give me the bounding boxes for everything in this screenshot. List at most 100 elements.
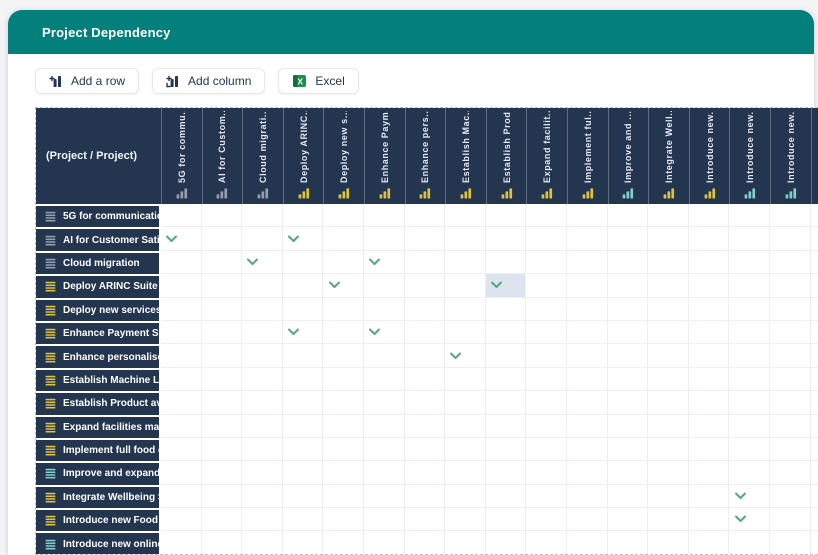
- dependency-cell[interactable]: [283, 251, 324, 274]
- dependency-cell[interactable]: [161, 274, 202, 297]
- excel-export-button[interactable]: X Excel: [278, 68, 358, 94]
- dependency-cell[interactable]: [405, 368, 446, 391]
- drag-handle-icon[interactable]: [45, 328, 56, 339]
- dependency-cell[interactable]: [283, 508, 324, 531]
- row-header[interactable]: Improve and expand cu...: [36, 461, 161, 484]
- dependency-cell[interactable]: [364, 321, 405, 344]
- drag-handle-icon[interactable]: [45, 539, 56, 550]
- dependency-cell[interactable]: [242, 415, 283, 438]
- dependency-cell[interactable]: [608, 368, 649, 391]
- dependency-cell[interactable]: [242, 391, 283, 414]
- dependency-cell[interactable]: [202, 274, 243, 297]
- dependency-cell[interactable]: [445, 391, 486, 414]
- dependency-cell[interactable]: [242, 485, 283, 508]
- dependency-cell[interactable]: [283, 485, 324, 508]
- column-header[interactable]: Enhance pers...: [405, 108, 446, 204]
- dependency-cell[interactable]: [811, 508, 818, 531]
- column-header[interactable]: Establish Prod...: [486, 108, 527, 204]
- dependency-cell[interactable]: [486, 391, 527, 414]
- dependency-cell[interactable]: [729, 531, 770, 554]
- dependency-cell[interactable]: [567, 415, 608, 438]
- dependency-cell[interactable]: [364, 438, 405, 461]
- dependency-cell[interactable]: [689, 204, 730, 227]
- dependency-cell[interactable]: [242, 438, 283, 461]
- dependency-cell[interactable]: [648, 508, 689, 531]
- dependency-cell[interactable]: [811, 438, 818, 461]
- dependency-cell[interactable]: [811, 391, 818, 414]
- dependency-cell[interactable]: [689, 368, 730, 391]
- dependency-cell[interactable]: [486, 438, 527, 461]
- dependency-cell[interactable]: [202, 368, 243, 391]
- dependency-cell[interactable]: [486, 531, 527, 554]
- add-row-button[interactable]: Add a row: [35, 68, 139, 94]
- dependency-cell[interactable]: [526, 368, 567, 391]
- dependency-cell[interactable]: [364, 415, 405, 438]
- dependency-cell[interactable]: [161, 391, 202, 414]
- dependency-cell[interactable]: [729, 298, 770, 321]
- dependency-cell[interactable]: [405, 531, 446, 554]
- dependency-cell[interactable]: [161, 415, 202, 438]
- dependency-cell[interactable]: [445, 531, 486, 554]
- dependency-cell[interactable]: [648, 485, 689, 508]
- dependency-cell[interactable]: [689, 485, 730, 508]
- dependency-cell[interactable]: [486, 415, 527, 438]
- dependency-cell[interactable]: [323, 391, 364, 414]
- dependency-cell[interactable]: [445, 368, 486, 391]
- dependency-cell[interactable]: [770, 508, 811, 531]
- dependency-cell[interactable]: [405, 415, 446, 438]
- dependency-cell[interactable]: [405, 204, 446, 227]
- dependency-cell[interactable]: [689, 391, 730, 414]
- column-header[interactable]: AI for Custom...: [202, 108, 243, 204]
- dependency-cell[interactable]: [567, 391, 608, 414]
- dependency-cell[interactable]: [729, 508, 770, 531]
- dependency-cell[interactable]: [770, 461, 811, 484]
- dependency-cell[interactable]: [323, 227, 364, 250]
- dependency-cell[interactable]: [242, 227, 283, 250]
- drag-handle-icon[interactable]: [45, 258, 56, 269]
- row-header[interactable]: Expand facilities mana...: [36, 415, 161, 438]
- dependency-cell[interactable]: [242, 204, 283, 227]
- dependency-cell[interactable]: [405, 438, 446, 461]
- dependency-cell[interactable]: [283, 227, 324, 250]
- dependency-cell[interactable]: [283, 321, 324, 344]
- dependency-cell[interactable]: [364, 508, 405, 531]
- dependency-cell[interactable]: [242, 298, 283, 321]
- column-header[interactable]: Expand facilit...: [526, 108, 567, 204]
- dependency-cell[interactable]: [445, 274, 486, 297]
- dependency-cell[interactable]: [689, 344, 730, 367]
- dependency-cell[interactable]: [526, 461, 567, 484]
- dependency-cell[interactable]: [202, 438, 243, 461]
- dependency-cell[interactable]: [526, 274, 567, 297]
- drag-handle-icon[interactable]: [45, 305, 56, 316]
- dependency-cell[interactable]: [567, 344, 608, 367]
- row-header[interactable]: Deploy ARINC Suite to ...: [36, 274, 161, 297]
- dependency-cell[interactable]: [283, 298, 324, 321]
- dependency-cell[interactable]: [242, 251, 283, 274]
- dependency-cell[interactable]: [283, 368, 324, 391]
- dependency-cell[interactable]: [323, 298, 364, 321]
- dependency-cell[interactable]: [486, 204, 527, 227]
- dependency-cell[interactable]: [526, 227, 567, 250]
- row-header[interactable]: Enhance Payment Syst...: [36, 321, 161, 344]
- dependency-cell[interactable]: [729, 485, 770, 508]
- dependency-cell[interactable]: [770, 344, 811, 367]
- dependency-cell[interactable]: [242, 344, 283, 367]
- column-header[interactable]: Introduce new...: [811, 108, 818, 204]
- dependency-cell[interactable]: [202, 344, 243, 367]
- dependency-cell[interactable]: [729, 344, 770, 367]
- drag-handle-icon[interactable]: [45, 492, 56, 503]
- dependency-cell[interactable]: [364, 298, 405, 321]
- dependency-cell[interactable]: [689, 531, 730, 554]
- dependency-cell[interactable]: [161, 438, 202, 461]
- dependency-cell[interactable]: [161, 508, 202, 531]
- row-header[interactable]: Integrate Wellbeing Se...: [36, 485, 161, 508]
- dependency-cell[interactable]: [770, 438, 811, 461]
- dependency-cell[interactable]: [445, 251, 486, 274]
- dependency-cell[interactable]: [729, 391, 770, 414]
- dependency-cell[interactable]: [648, 344, 689, 367]
- drag-handle-icon[interactable]: [45, 375, 56, 386]
- dependency-cell[interactable]: [364, 227, 405, 250]
- dependency-cell[interactable]: [526, 531, 567, 554]
- dependency-cell[interactable]: [770, 485, 811, 508]
- dependency-cell[interactable]: [161, 227, 202, 250]
